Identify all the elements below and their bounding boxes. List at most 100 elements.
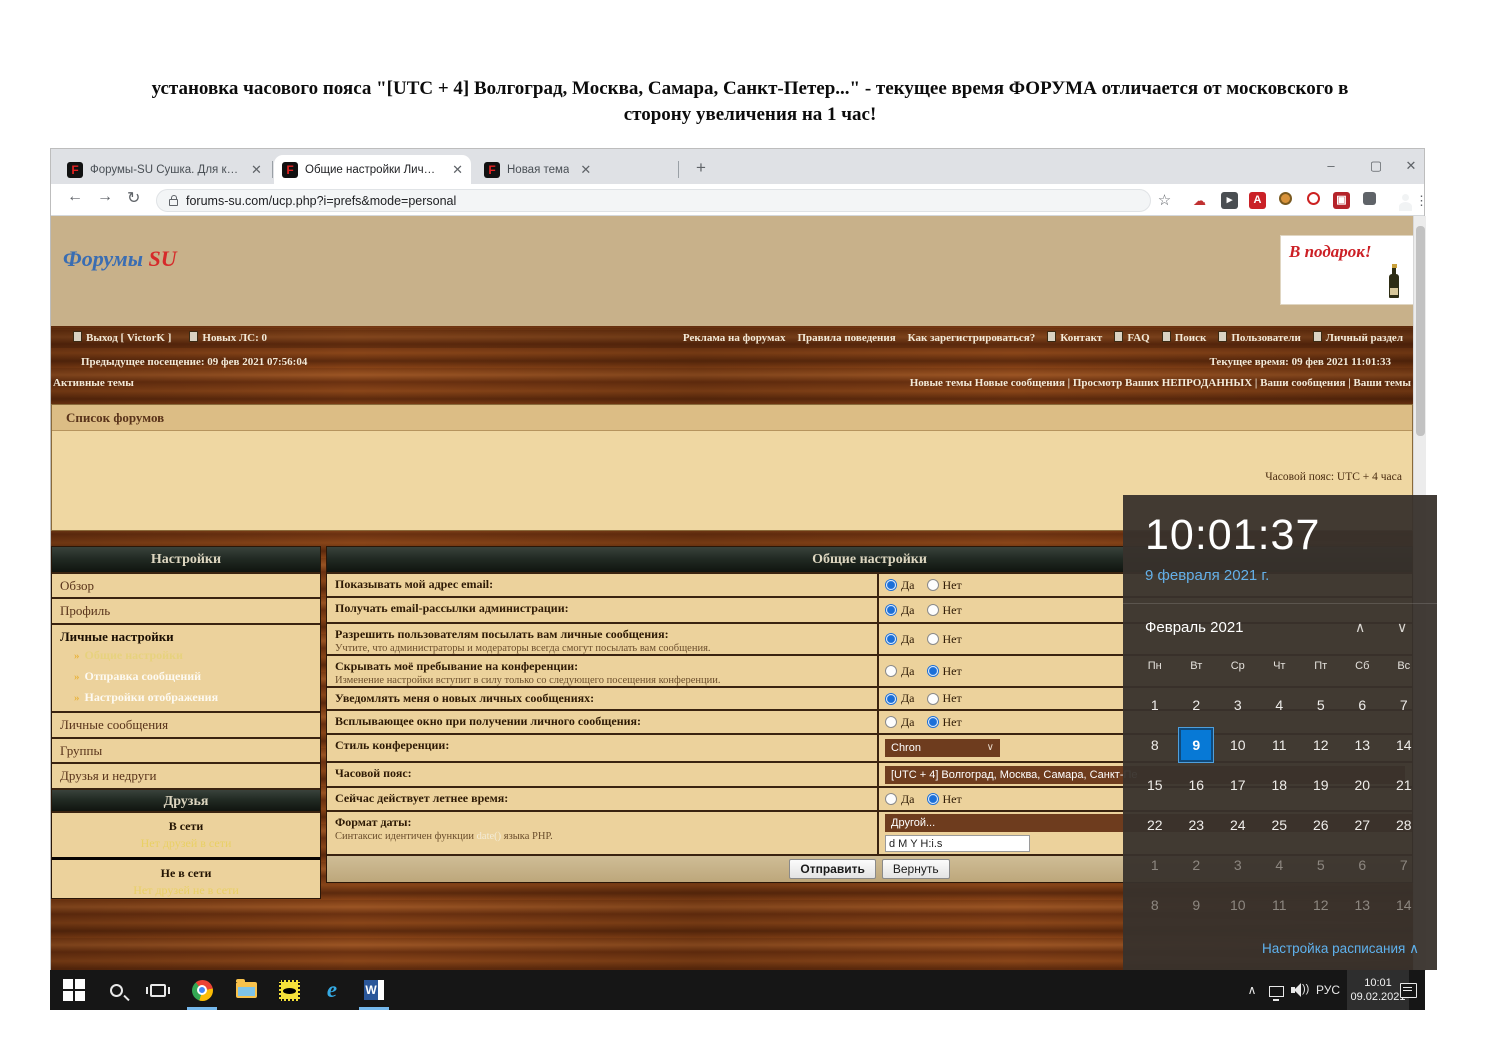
radio-no[interactable] (927, 793, 939, 805)
calendar-day[interactable]: 5 (1300, 685, 1342, 725)
tab-general-settings[interactable]: F Общие настройки Личный разд ✕ (274, 155, 471, 184)
calendar-day[interactable]: 11 (1259, 725, 1301, 765)
tab-close-icon[interactable]: ✕ (576, 162, 591, 178)
radio-no[interactable] (927, 665, 939, 677)
date-format-input[interactable] (885, 835, 1030, 852)
radio-yes[interactable] (885, 793, 897, 805)
calendar-day[interactable]: 24 (1217, 805, 1259, 845)
nav-contact-link[interactable]: Контакт (1047, 331, 1102, 344)
nav-ads-link[interactable]: Реклама на форумах (683, 332, 786, 344)
calendar-month-label[interactable]: Февраль 2021 (1145, 619, 1244, 636)
calendar-day[interactable]: 12 (1300, 885, 1342, 925)
close-window-button[interactable]: ✕ (1396, 152, 1426, 180)
tab-close-icon[interactable]: ✕ (247, 162, 262, 178)
pdf-extension-icon[interactable]: A (1249, 192, 1266, 209)
nav-members-link[interactable]: Пользователи (1218, 331, 1300, 344)
topic-links[interactable]: Новые темы Новые сообщения | Просмотр Ва… (910, 377, 1411, 389)
clock-date-link[interactable]: 9 февраля 2021 г. (1145, 567, 1269, 584)
forum-logo[interactable]: Форумы SU (63, 246, 177, 272)
style-select[interactable]: Chron∨ (885, 739, 1000, 757)
calendar-day[interactable]: 19 (1300, 765, 1342, 805)
chrome-icon[interactable] (190, 978, 214, 1002)
radio-no[interactable] (927, 633, 939, 645)
browser-menu-icon[interactable]: ⋮ (1413, 192, 1430, 209)
file-explorer-icon[interactable] (234, 978, 258, 1002)
reload-button[interactable]: ↻ (127, 188, 140, 208)
calendar-day[interactable]: 9 (1176, 885, 1218, 925)
sidebar-item-sending-messages[interactable]: »Отправка сообщений (60, 666, 320, 687)
calendar-day[interactable]: 7 (1383, 685, 1425, 725)
network-icon[interactable] (1264, 978, 1288, 1002)
nav-search-link[interactable]: Поиск (1162, 331, 1207, 344)
calendar-day[interactable]: 2 (1176, 685, 1218, 725)
cloud-extension-icon[interactable]: ☁ (1191, 192, 1208, 209)
tab-new-topic[interactable]: F Новая тема ✕ (476, 155, 671, 184)
calendar-day[interactable]: 27 (1342, 805, 1384, 845)
profile-avatar[interactable] (1387, 191, 1404, 208)
volume-icon[interactable]: )) (1288, 978, 1312, 1002)
calendar-day[interactable]: 3 (1217, 685, 1259, 725)
back-button[interactable]: ← (67, 188, 83, 206)
word-icon[interactable] (362, 978, 386, 1002)
dark-extension-icon[interactable]: ▸ (1221, 192, 1238, 209)
calendar-day[interactable]: 14 (1383, 725, 1425, 765)
calendar-day[interactable]: 2 (1176, 845, 1218, 885)
nav-faq-link[interactable]: FAQ (1114, 331, 1149, 344)
calendar-day[interactable]: 20 (1342, 765, 1384, 805)
radio-yes[interactable] (885, 604, 897, 616)
calendar-day[interactable]: 8 (1134, 725, 1176, 765)
forum-list-title[interactable]: Список форумов (52, 405, 1412, 431)
calendar-day[interactable]: 25 (1259, 805, 1301, 845)
extensions-puzzle-icon[interactable] (1361, 192, 1378, 209)
castle-extension-icon[interactable]: ▣ (1333, 192, 1350, 209)
calendar-day[interactable]: 13 (1342, 885, 1384, 925)
gift-banner[interactable]: В подарок! (1281, 236, 1413, 304)
search-icon[interactable] (104, 978, 128, 1002)
radio-no[interactable] (927, 579, 939, 591)
calendar-prev-month-icon[interactable]: ∧ (1355, 619, 1365, 636)
calendar-day[interactable]: 15 (1134, 765, 1176, 805)
forward-button[interactable]: → (97, 188, 113, 206)
maximize-button[interactable]: ▢ (1361, 152, 1391, 180)
calendar-day[interactable]: 14 (1383, 885, 1425, 925)
tab-forums-su[interactable]: F Форумы-SU Сушка. Для коллек ✕ (59, 155, 271, 184)
calendar-day[interactable]: 1 (1134, 685, 1176, 725)
calendar-day[interactable]: 11 (1259, 885, 1301, 925)
calendar-day[interactable]: 23 (1176, 805, 1218, 845)
sidebar-item-friends-foes[interactable]: Друзья и недруги (52, 762, 320, 788)
radio-no[interactable] (927, 716, 939, 728)
calendar-day[interactable]: 8 (1134, 885, 1176, 925)
calendar-day[interactable]: 4 (1259, 845, 1301, 885)
calendar-day-selected[interactable]: 9 (1179, 728, 1213, 762)
clock-extension-icon[interactable] (1305, 192, 1322, 209)
internet-explorer-icon[interactable]: e (320, 978, 344, 1002)
date-function-link[interactable]: date() (477, 831, 501, 842)
sidebar-item-display-settings[interactable]: »Настройки отображения (60, 687, 320, 708)
calendar-day[interactable]: 26 (1300, 805, 1342, 845)
start-button[interactable] (62, 978, 86, 1002)
sidebar-item-private-messages[interactable]: Личные сообщения (52, 711, 320, 737)
submit-button[interactable]: Отправить (789, 859, 875, 879)
logout-link[interactable]: Выход [ VictorK ] (73, 331, 171, 344)
calendar-day[interactable]: 22 (1134, 805, 1176, 845)
calendar-day[interactable]: 17 (1217, 765, 1259, 805)
radio-yes[interactable] (885, 579, 897, 591)
calendar-day[interactable]: 6 (1342, 845, 1384, 885)
bookmark-star-icon[interactable]: ☆ (1156, 192, 1173, 209)
language-indicator[interactable]: РУС (1312, 978, 1344, 1002)
radio-yes[interactable] (885, 693, 897, 705)
radio-yes[interactable] (885, 716, 897, 728)
calendar-next-month-icon[interactable]: ∨ (1397, 619, 1407, 636)
tab-close-icon[interactable]: ✕ (448, 162, 463, 178)
reset-button[interactable]: Вернуть (882, 859, 950, 879)
minimize-button[interactable]: – (1316, 152, 1346, 180)
address-bar[interactable]: forums-su.com/ucp.php?i=prefs&mode=perso… (156, 189, 1151, 212)
calendar-day[interactable]: 12 (1300, 725, 1342, 765)
nav-ucp-link[interactable]: Личный раздел (1313, 331, 1403, 344)
radio-yes[interactable] (885, 665, 897, 677)
calendar-day[interactable]: 18 (1259, 765, 1301, 805)
calendar-day[interactable]: 21 (1383, 765, 1425, 805)
calendar-day[interactable]: 10 (1217, 885, 1259, 925)
radio-no[interactable] (927, 693, 939, 705)
sidebar-item-overview[interactable]: Обзор (52, 572, 320, 597)
